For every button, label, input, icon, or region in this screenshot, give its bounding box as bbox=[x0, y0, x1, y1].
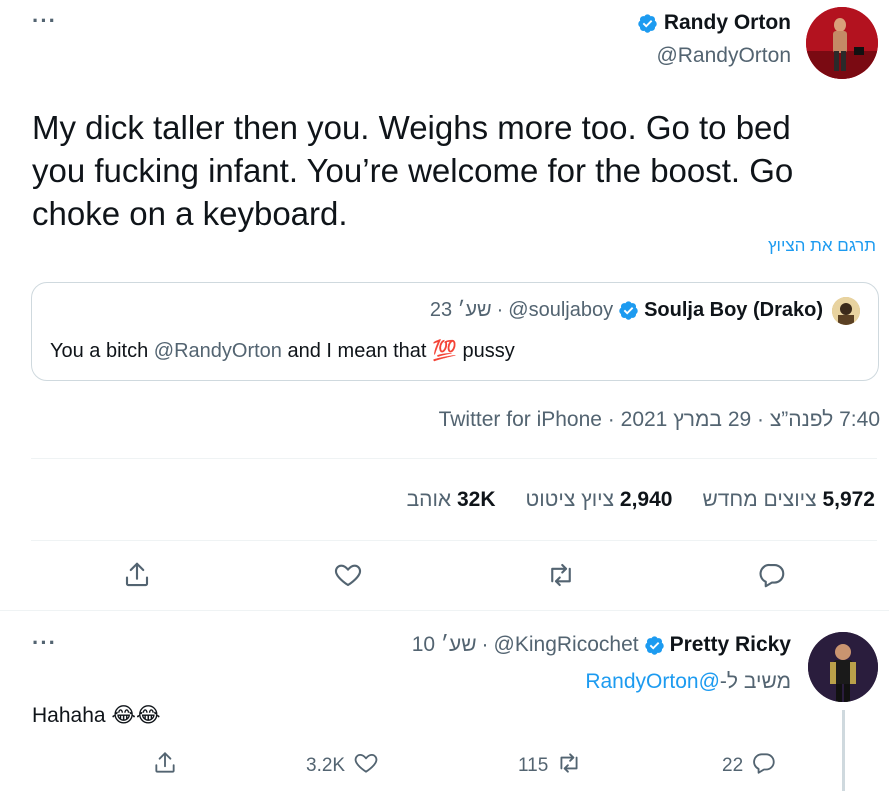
retweets-count: 5,972 bbox=[822, 488, 875, 511]
quotes-label: ציוץ ציטוט bbox=[525, 488, 615, 511]
quoted-tweet-mention[interactable]: @RandyOrton bbox=[154, 340, 282, 362]
tweet-timestamp[interactable]: 7:40 לפנה”צ · 29 במרץ 2021 · Twitter for… bbox=[439, 408, 880, 432]
main-tweet-author-name[interactable]: Randy Orton bbox=[664, 11, 791, 35]
quoted-tweet-text-part: pussy bbox=[456, 340, 515, 362]
quoted-tweet-text-part: You a bitch bbox=[50, 340, 154, 362]
replying-to: משיב ל-@RandyOrton bbox=[585, 670, 791, 694]
retweets-label: ציוצים מחדש bbox=[702, 488, 817, 511]
pretty-ricky-avatar[interactable] bbox=[808, 632, 878, 702]
reply-retweet-count: 115 bbox=[518, 754, 549, 776]
avatar-photo-icon bbox=[832, 297, 860, 325]
reply-icon[interactable] bbox=[751, 750, 777, 781]
reply-tweet-text-body: Hahaha bbox=[32, 704, 106, 727]
more-options-icon[interactable]: ··· bbox=[32, 10, 57, 32]
quoted-tweet-text-part: and I mean that bbox=[281, 340, 433, 362]
reply-tweet-author-handle[interactable]: @KingRicochet bbox=[494, 633, 639, 657]
divider bbox=[31, 540, 877, 541]
likes-stat[interactable]: 32K אוהב bbox=[407, 488, 496, 512]
heart-icon[interactable] bbox=[353, 750, 379, 781]
quotes-count: 2,940 bbox=[619, 488, 673, 511]
quoted-tweet-text: You a bitch @RandyOrton and I mean that … bbox=[50, 338, 515, 363]
hundred-points-emoji: 💯 bbox=[432, 340, 457, 362]
divider bbox=[31, 458, 877, 459]
reply-tweet-time: 10 שע׳ bbox=[411, 633, 477, 656]
replying-to-label: משיב ל- bbox=[719, 670, 791, 693]
quotes-stat[interactable]: 2,940 ציוץ ציטוט bbox=[526, 488, 673, 512]
main-tweet-author-name-row[interactable]: Randy Orton bbox=[637, 11, 791, 35]
main-tweet-text: My dick taller then you. Weighs more too… bbox=[32, 106, 872, 235]
retweet-icon[interactable] bbox=[556, 750, 582, 781]
main-tweet-author-handle[interactable]: @RandyOrton bbox=[656, 44, 791, 68]
reply-reply-action[interactable]: 22 bbox=[722, 750, 777, 781]
tweet-stats-row: 5,972 ציוצים מחדש 2,940 ציוץ ציטוט 32K א… bbox=[407, 488, 875, 512]
main-tweet-text-line: you fucking infant. You’re welcome for t… bbox=[32, 152, 794, 189]
likes-label: אוהב bbox=[406, 488, 452, 511]
translate-tweet-link[interactable]: תרגם את הציוץ bbox=[768, 236, 876, 256]
avatar-photo-icon bbox=[808, 632, 878, 702]
reply-retweet-action[interactable]: 115 bbox=[518, 750, 582, 781]
quoted-tweet-author-name[interactable]: Soulja Boy (Drako) bbox=[644, 299, 823, 322]
retweet-icon[interactable] bbox=[546, 560, 576, 590]
verified-badge-icon bbox=[638, 13, 657, 33]
quoted-tweet-time: 23 שע׳ bbox=[429, 299, 492, 321]
share-icon[interactable] bbox=[152, 750, 178, 776]
avatar-photo-icon bbox=[806, 7, 878, 79]
verified-badge-icon bbox=[619, 301, 638, 320]
heart-icon[interactable] bbox=[333, 560, 363, 590]
divider bbox=[0, 610, 889, 611]
likes-count: 32K bbox=[456, 488, 496, 511]
reply-tweet-author-name[interactable]: Pretty Ricky bbox=[670, 633, 791, 657]
verified-badge-icon bbox=[644, 635, 664, 655]
replying-to-handle[interactable]: @RandyOrton bbox=[585, 670, 720, 693]
separator-dot: · bbox=[481, 633, 489, 656]
reply-icon[interactable] bbox=[757, 560, 787, 590]
reply-reply-count: 22 bbox=[722, 754, 744, 776]
thread-line bbox=[842, 710, 845, 791]
reply-tweet-header: 10 שע׳ · @KingRicochet Pretty Ricky bbox=[412, 633, 791, 657]
main-tweet-text-line: My dick taller then you. Weighs more too… bbox=[32, 109, 791, 146]
share-icon[interactable] bbox=[122, 560, 152, 590]
separator-dot: · bbox=[496, 299, 504, 321]
randy-orton-avatar[interactable] bbox=[806, 7, 878, 79]
soulja-boy-avatar[interactable] bbox=[832, 297, 860, 325]
retweets-stat[interactable]: 5,972 ציוצים מחדש bbox=[702, 488, 875, 512]
reply-like-count: 3.2K bbox=[306, 754, 346, 776]
main-tweet-text-line: choke on a keyboard. bbox=[32, 195, 348, 232]
more-options-icon[interactable]: ··· bbox=[32, 632, 57, 654]
quoted-tweet-author-handle[interactable]: @souljaboy bbox=[508, 299, 613, 322]
reply-tweet-text: Hahaha 😂😂 bbox=[32, 703, 160, 728]
laughing-emoji: 😂😂 bbox=[111, 704, 161, 727]
quoted-tweet-card[interactable]: 23 שע׳ · @souljaboy Soulja Boy (Drako) Y… bbox=[31, 282, 879, 381]
quoted-tweet-header: 23 שע׳ · @souljaboy Soulja Boy (Drako) bbox=[430, 299, 823, 322]
reply-like-action[interactable]: 3.2K bbox=[306, 750, 379, 781]
